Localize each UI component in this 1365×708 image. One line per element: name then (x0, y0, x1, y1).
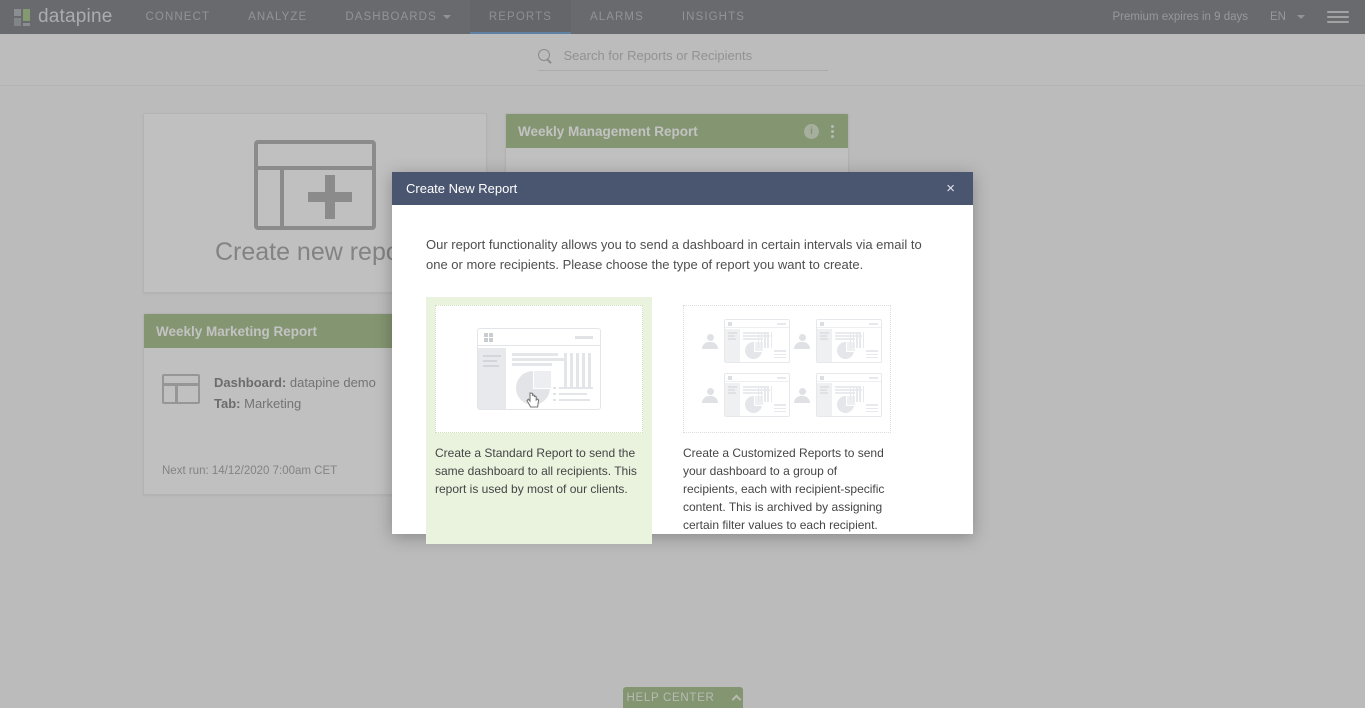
modal-title: Create New Report (406, 181, 518, 196)
option-customized-report[interactable]: Create a Customized Reports to send your… (674, 297, 900, 544)
option-standard-report[interactable]: Create a Standard Report to send the sam… (426, 297, 652, 545)
person-icon (702, 387, 718, 403)
person-icon (794, 333, 810, 349)
person-icon (702, 333, 718, 349)
modal-header: Create New Report × (392, 172, 973, 205)
modal-intro-text: Our report functionality allows you to s… (426, 237, 922, 273)
report-type-options: Create a Standard Report to send the sam… (426, 297, 939, 545)
option-standard-report-description: Create a Standard Report to send the sam… (435, 446, 637, 497)
close-icon[interactable]: × (942, 178, 959, 199)
hand-cursor-icon (526, 392, 540, 408)
create-new-report-modal: Create New Report × Our report functiona… (392, 172, 973, 545)
single-dashboard-illustration (435, 305, 643, 434)
modal-body: Our report functionality allows you to s… (392, 205, 973, 545)
person-icon (794, 387, 810, 403)
multi-recipient-dashboards-illustration (683, 305, 891, 434)
option-customized-report-description: Create a Customized Reports to send your… (683, 446, 885, 533)
